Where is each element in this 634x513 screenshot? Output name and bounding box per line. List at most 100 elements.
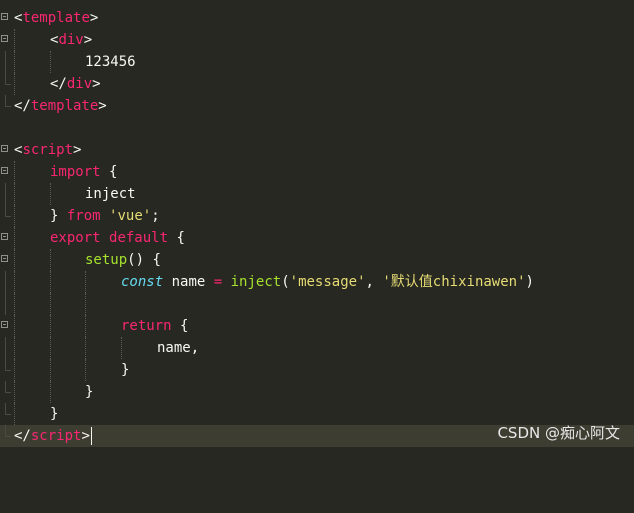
indent-guide — [14, 51, 16, 73]
indent-guide — [85, 359, 87, 381]
code-line-16[interactable]: name, — [0, 337, 634, 359]
tag-name: script — [30, 428, 82, 444]
indent-guide — [85, 293, 87, 315]
code-line-5[interactable]: </template> — [0, 95, 634, 117]
punctuation: () — [127, 252, 145, 268]
code-line-10[interactable]: } from 'vue'; — [0, 205, 634, 227]
fold-toggle-icon[interactable] — [1, 35, 8, 42]
indent-guide — [50, 249, 52, 271]
tag-name: template — [22, 10, 90, 26]
indent-guide — [14, 205, 16, 227]
indent-guide — [50, 293, 52, 315]
fold-gutter-end — [5, 359, 11, 371]
code-line-2[interactable]: <div> — [0, 29, 634, 51]
string-literal: '默认值chixinawen' — [382, 274, 526, 290]
indent-guide — [85, 315, 87, 337]
punctuation: { — [180, 318, 189, 334]
fold-gutter-end — [5, 95, 11, 107]
keyword: from — [66, 208, 101, 224]
code-line-12[interactable]: setup() { — [0, 249, 634, 271]
function-name: setup — [85, 252, 128, 268]
fold-toggle-icon[interactable] — [1, 13, 8, 20]
punctuation: , — [365, 274, 374, 290]
identifier: name — [171, 274, 206, 290]
fold-toggle-icon[interactable] — [1, 167, 8, 174]
code-line-9[interactable]: inject — [0, 183, 634, 205]
punctuation: { — [176, 230, 185, 246]
indent-guide — [14, 337, 16, 359]
text-content: 123456 — [85, 54, 136, 70]
fold-toggle-icon[interactable] — [1, 321, 8, 328]
code-line-13[interactable]: const name = inject('message', '默认值chixi… — [0, 271, 634, 293]
indent-guide — [50, 381, 52, 403]
punctuation: } — [50, 208, 59, 224]
keyword: export — [50, 230, 101, 246]
keyword: return — [121, 318, 172, 334]
indent-guide — [50, 271, 52, 293]
tag-name: template — [30, 98, 99, 114]
indent-guide — [121, 337, 123, 359]
indent-guide — [14, 359, 16, 381]
fold-gutter-line — [5, 183, 6, 205]
code-line-3[interactable]: 123456 — [0, 51, 634, 73]
code-line-15[interactable]: return { — [0, 315, 634, 337]
code-line-8[interactable]: import { — [0, 161, 634, 183]
fold-toggle-icon[interactable] — [1, 145, 8, 152]
indent-guide — [50, 359, 52, 381]
punctuation: } — [50, 406, 59, 422]
indent-guide — [14, 315, 16, 337]
watermark: CSDN @痴心阿文 — [497, 424, 620, 442]
operator: = — [213, 274, 223, 290]
code-line-6[interactable] — [0, 117, 634, 139]
fold-toggle-icon[interactable] — [1, 255, 8, 262]
indent-guide — [85, 337, 87, 359]
indent-guide — [14, 73, 16, 95]
punctuation: { — [109, 164, 118, 180]
punctuation: ; — [151, 208, 160, 224]
code-line-1[interactable]: <template> — [0, 7, 634, 29]
fold-gutter-line — [5, 51, 6, 73]
indent-guide — [50, 337, 52, 359]
indent-guide — [85, 271, 87, 293]
code-line-7[interactable]: <script> — [0, 139, 634, 161]
code-line-11[interactable]: export default { — [0, 227, 634, 249]
code-line-14[interactable] — [0, 293, 634, 315]
text-cursor — [90, 427, 92, 445]
indent-guide — [14, 183, 16, 205]
code-line-4[interactable]: </div> — [0, 73, 634, 95]
fold-gutter-end — [5, 73, 11, 85]
tag-name: script — [22, 142, 74, 158]
indent-guide — [14, 271, 16, 293]
punctuation: ) — [525, 274, 534, 290]
indent-guide — [14, 227, 16, 249]
fold-gutter-line — [5, 293, 6, 315]
indent-guide — [14, 161, 16, 183]
indent-guide — [14, 249, 16, 271]
function-name: inject — [230, 274, 282, 290]
string-literal: 'vue' — [109, 208, 152, 224]
indent-guide — [50, 315, 52, 337]
string-literal: 'message' — [289, 274, 366, 290]
identifier: inject — [85, 186, 136, 202]
fold-gutter-end — [5, 403, 11, 415]
storage-keyword: const — [121, 274, 164, 290]
keyword: default — [109, 230, 169, 246]
code-line-17[interactable]: } — [0, 359, 634, 381]
fold-gutter-line — [5, 271, 6, 293]
tag-name: div — [66, 76, 93, 92]
identifier: name, — [157, 340, 200, 356]
code-editor[interactable]: <template> <div> 123456 </div> </templat… — [0, 0, 634, 452]
fold-gutter-end — [5, 205, 11, 217]
indent-guide — [50, 183, 52, 205]
indent-guide — [50, 51, 52, 73]
punctuation: { — [152, 252, 161, 268]
indent-guide — [14, 293, 16, 315]
punctuation: } — [85, 384, 94, 400]
fold-gutter-line — [5, 337, 6, 359]
code-line-18[interactable]: } — [0, 381, 634, 403]
tag-name: div — [58, 32, 84, 48]
fold-gutter-end — [5, 425, 11, 437]
keyword: import — [50, 164, 101, 180]
fold-gutter-end — [5, 381, 11, 393]
fold-toggle-icon[interactable] — [1, 233, 8, 240]
